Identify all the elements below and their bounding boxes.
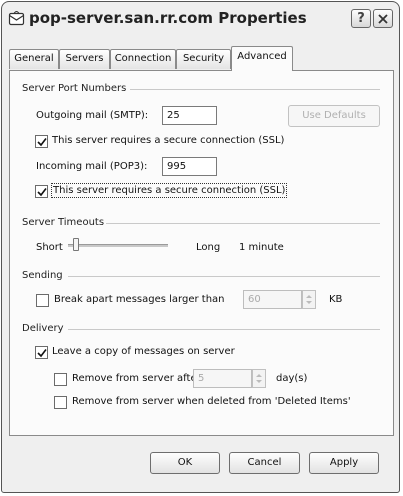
dialog-title: pop-server.san.rr.com Properties [29,9,307,27]
group-divider [106,223,380,224]
smtp-port-input[interactable]: 25 [162,106,217,125]
slider-thumb[interactable] [73,238,79,251]
apply-button[interactable]: Apply [309,452,379,474]
remove-after-checkbox[interactable] [54,373,67,386]
server-properties-icon [8,9,26,27]
pop3-port-input[interactable]: 995 [162,157,217,176]
use-defaults-button[interactable]: Use Defaults [288,105,380,127]
timeout-long-label: Long [196,242,221,253]
tab-advanced[interactable]: Advanced [231,46,293,71]
slider-track [68,244,168,247]
checkmark-icon [37,138,47,147]
pop3-ssl-checkbox[interactable] [35,185,48,198]
timeout-value: 1 minute [239,242,284,253]
smtp-ssl-label: This server requires a secure connection… [52,135,285,146]
tab-general[interactable]: General [9,49,59,69]
leave-copy-label: Leave a copy of messages on server [52,346,235,357]
group-divider [68,276,380,277]
smtp-ssl-checkbox[interactable] [35,135,48,148]
spinner-arrows-icon [256,374,262,383]
timeout-slider[interactable] [68,237,168,253]
days-unit-label: day(s) [276,373,308,384]
checkmark-icon [37,188,47,197]
timeout-short-label: Short [36,242,63,253]
spinner-arrows-icon [306,295,312,304]
kb-unit-label: KB [329,294,343,305]
tab-strip: General Servers Connection Security Adva… [9,46,394,71]
ok-button[interactable]: OK [150,452,220,474]
break-apart-checkbox[interactable] [36,294,49,307]
properties-dialog: pop-server.san.rr.com Properties ? Gener… [1,1,400,493]
tab-security[interactable]: Security [176,49,231,69]
group-divider [130,89,380,90]
sending-group-label: Sending [22,270,63,281]
title-bar[interactable]: pop-server.san.rr.com Properties ? [2,2,399,36]
break-apart-label: Break apart messages larger than [54,294,225,305]
leave-copy-checkbox[interactable] [35,346,48,359]
break-size-input[interactable]: 60 [243,290,302,309]
tab-servers[interactable]: Servers [59,49,110,69]
port-numbers-group-label: Server Port Numbers [22,83,127,94]
advanced-tab-panel: Server Port Numbers Outgoing mail (SMTP)… [9,70,394,436]
tab-connection[interactable]: Connection [110,49,176,69]
remove-deleted-label: Remove from server when deleted from 'De… [72,396,351,407]
remove-days-spinner[interactable] [252,369,266,388]
cancel-button[interactable]: Cancel [229,452,300,474]
close-icon [378,13,388,28]
close-button[interactable] [373,9,393,28]
delivery-group-label: Delivery [22,323,64,334]
checkmark-icon [37,349,47,358]
outgoing-mail-label: Outgoing mail (SMTP): [36,110,149,121]
incoming-mail-label: Incoming mail (POP3): [36,161,148,172]
pop3-ssl-label: This server requires a secure connection… [50,183,288,198]
break-size-spinner[interactable] [302,290,316,309]
remove-days-input[interactable]: 5 [193,369,252,388]
remove-deleted-checkbox[interactable] [54,396,67,409]
timeouts-group-label: Server Timeouts [22,217,105,228]
group-divider [68,329,380,330]
help-button[interactable]: ? [351,9,371,28]
remove-after-label: Remove from server after [72,373,201,384]
